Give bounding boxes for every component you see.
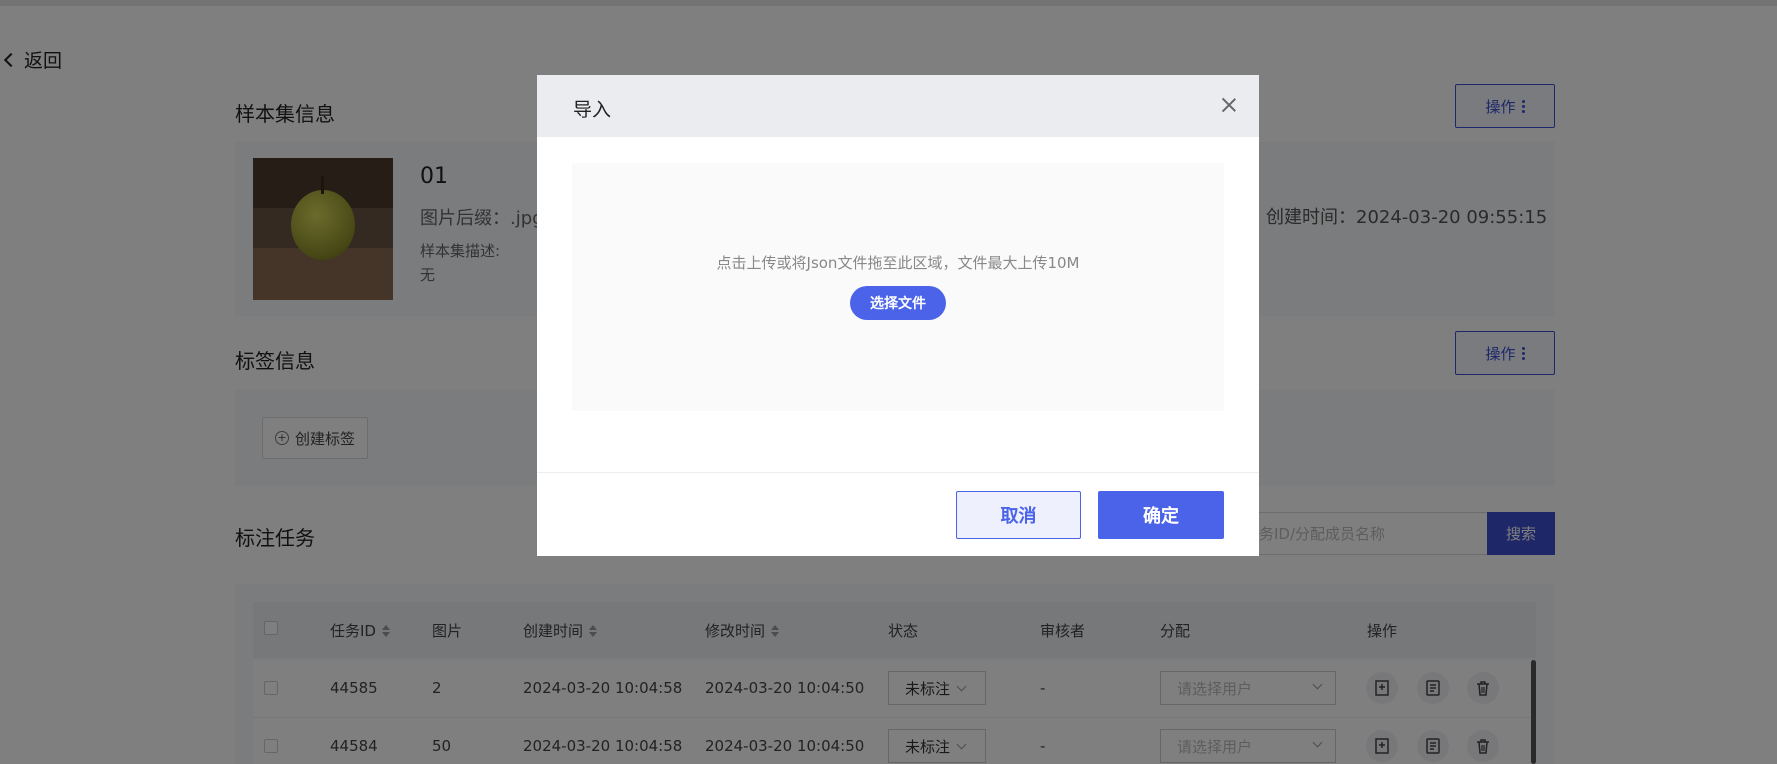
confirm-button[interactable]: 确定	[1098, 491, 1224, 539]
modal-divider	[537, 472, 1259, 473]
modal-title: 导入	[573, 99, 612, 121]
choose-file-button[interactable]: 选择文件	[850, 286, 946, 320]
modal-header	[537, 75, 1259, 137]
upload-dropzone[interactable]: 点击上传或将Json文件拖至此区域，文件最大上传10M 选择文件	[572, 163, 1224, 411]
close-icon[interactable]	[1221, 97, 1237, 113]
cancel-button[interactable]: 取消	[956, 491, 1081, 539]
import-modal: 导入 点击上传或将Json文件拖至此区域，文件最大上传10M 选择文件 取消 确…	[537, 75, 1259, 556]
upload-hint: 点击上传或将Json文件拖至此区域，文件最大上传10M	[716, 254, 1080, 272]
